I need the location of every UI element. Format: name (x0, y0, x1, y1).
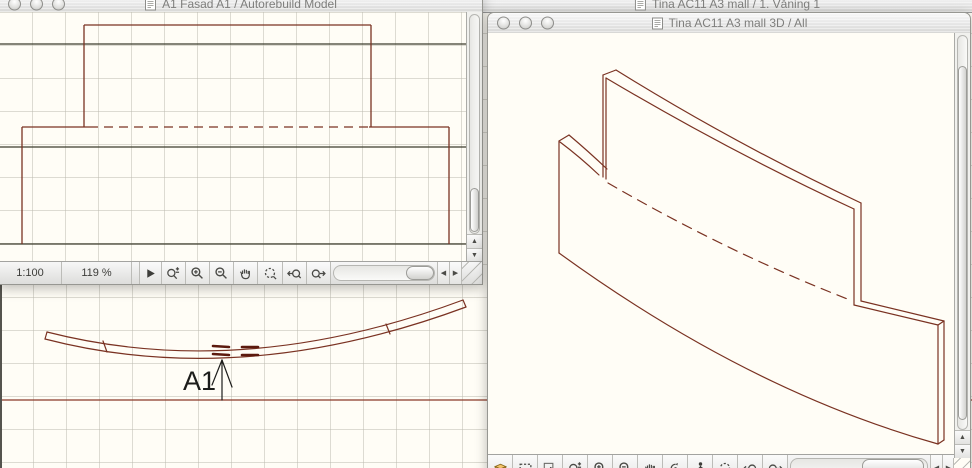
next-zoom-icon (768, 463, 783, 468)
scrollbar-thumb[interactable] (861, 459, 924, 468)
three-d-window-title-group: Tina AC11 A3 mall 3D / All (651, 16, 808, 30)
window-controls (8, 0, 65, 11)
close-button[interactable] (8, 0, 21, 11)
zoom-out-button[interactable] (613, 455, 638, 468)
horizontal-scrollbar[interactable] (790, 458, 928, 468)
zoom-level-button[interactable]: 119 % (62, 262, 132, 284)
fit-in-window-button[interactable] (258, 262, 283, 284)
previous-zoom-button[interactable] (738, 455, 763, 468)
scrollbar-track[interactable] (957, 35, 968, 430)
zoom-button[interactable] (52, 0, 65, 11)
hand-icon (239, 268, 250, 279)
minimize-button[interactable] (519, 16, 532, 30)
scrollbar-thumb[interactable] (406, 266, 434, 280)
walk-person-icon (696, 461, 704, 468)
resize-grip[interactable] (953, 458, 970, 468)
magnifier-plus-icon (190, 266, 205, 281)
previous-zoom-button[interactable] (283, 262, 307, 284)
next-zoom-icon (311, 268, 326, 279)
three-d-statusbar: ◀ ▶ (488, 454, 954, 468)
plan-window-title-group: Tina AC11 A3 mall / 1. Våning 1 (634, 0, 820, 11)
scrollbar-thumb[interactable] (470, 188, 479, 232)
magnifier-plusminus-icon (167, 266, 180, 279)
scroll-down-button[interactable]: ▼ (955, 444, 970, 458)
walk-button[interactable] (688, 455, 713, 468)
vertical-scrollbar[interactable]: ▲ ▼ (466, 12, 482, 262)
scale-button[interactable]: 1:100 (0, 262, 62, 284)
pan-button[interactable] (234, 262, 258, 284)
scroll-up-button[interactable]: ▲ (467, 234, 482, 248)
zoom-in-button[interactable] (588, 455, 613, 468)
magnifier-plusminus-icon (568, 461, 582, 468)
resize-grip[interactable] (461, 262, 482, 284)
explore-button[interactable] (538, 455, 563, 468)
previous-zoom-icon (742, 463, 757, 468)
three-d-drawing (558, 69, 945, 445)
marquee-icon (519, 463, 531, 468)
elevation-marker-label[interactable]: A1 (183, 366, 216, 397)
magnifier-plus-icon (593, 461, 608, 468)
window-title: Tina AC11 A3 mall 3D / All (668, 16, 808, 30)
fit-magnifier-icon (264, 267, 277, 280)
three-d-window-titlebar[interactable]: Tina AC11 A3 mall 3D / All (488, 13, 970, 34)
statusbar-spacer (132, 262, 140, 284)
three-d-window: Tina AC11 A3 mall 3D / All ▲ ▼ (487, 12, 971, 468)
scroll-right-button[interactable]: ▶ (449, 262, 461, 284)
next-zoom-button[interactable] (307, 262, 331, 284)
scroll-left-button[interactable]: ◀ (437, 262, 449, 284)
three-d-projection-button[interactable] (488, 455, 513, 468)
previous-zoom-icon (287, 268, 302, 279)
zoom-button[interactable] (541, 16, 554, 30)
document-icon (651, 17, 663, 29)
magnifier-minus-icon (214, 266, 229, 281)
elevation-window: A1 Fasad A1 / Autorebuild Model ▲ ▼ 1:10… (0, 0, 483, 285)
pan-button[interactable] (638, 455, 663, 468)
window-title: Tina AC11 A3 mall / 1. Våning 1 (651, 0, 821, 11)
elevation-drawing (0, 24, 466, 245)
select-arrow-icon (543, 462, 557, 468)
document-icon (145, 0, 157, 10)
zoom-out-button[interactable] (210, 262, 234, 284)
orbit-button[interactable] (663, 455, 688, 468)
scrollbar-thumb[interactable] (958, 66, 967, 420)
next-zoom-button[interactable] (763, 455, 788, 468)
flyout-arrow-icon (147, 268, 155, 278)
axonometry-cube-icon (494, 463, 506, 468)
magnifier-minus-icon (618, 461, 633, 468)
desktop: Tina AC11 A3 mall / 1. Våning 1 A1 A1 Fa… (0, 0, 972, 468)
quick-options-button[interactable] (140, 262, 162, 284)
close-button[interactable] (497, 16, 510, 30)
elevation-window-title-group: A1 Fasad A1 / Autorebuild Model (144, 0, 337, 11)
zoom-to-percent-button[interactable] (162, 262, 186, 284)
scrollbar-track[interactable] (469, 14, 480, 234)
marquee-button[interactable] (513, 455, 538, 468)
scroll-down-button[interactable]: ▼ (467, 248, 482, 262)
zoom-to-percent-button[interactable] (563, 455, 588, 468)
scroll-up-button[interactable]: ▲ (955, 430, 970, 444)
scroll-left-button[interactable]: ◀ (930, 455, 942, 468)
orbit-icon (670, 461, 680, 468)
horizontal-scrollbar[interactable] (333, 265, 435, 281)
document-icon (634, 0, 646, 10)
minimize-button[interactable] (30, 0, 43, 11)
three-d-canvas[interactable] (488, 33, 954, 454)
window-controls (497, 16, 554, 30)
zoom-in-button[interactable] (186, 262, 210, 284)
fit-magnifier-icon (719, 462, 732, 468)
elevation-canvas[interactable] (0, 12, 466, 262)
vertical-scrollbar[interactable]: ▲ ▼ (954, 33, 970, 458)
fit-in-window-button[interactable] (713, 455, 738, 468)
screen-left-edge (0, 282, 2, 468)
elevation-statusbar: 1:100 119 % ◀ ▶ (0, 261, 482, 284)
hand-icon (644, 463, 655, 468)
window-title: A1 Fasad A1 / Autorebuild Model (162, 0, 337, 11)
